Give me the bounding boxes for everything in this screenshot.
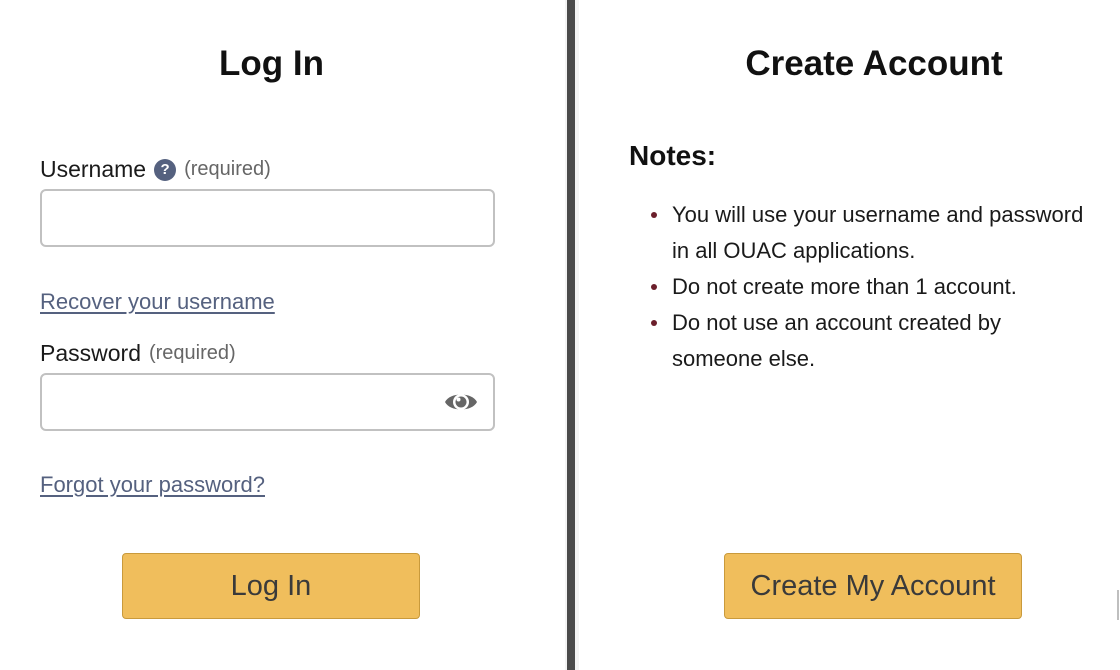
login-button[interactable]: Log In [122,553,420,619]
recover-username-link[interactable]: Recover your username [40,289,275,315]
username-input[interactable] [40,189,495,247]
username-label: Username ? (required) [40,156,271,183]
notes-heading: Notes: [629,140,717,171]
login-title: Log In [219,44,324,83]
account-page: Log In Username ? (required) Recover you… [0,0,1120,670]
password-input[interactable] [40,373,495,431]
eye-icon[interactable] [444,389,478,415]
username-required-text: (required) [184,158,271,180]
password-required-text: (required) [148,342,236,364]
notes-list: You will use your username and password … [629,197,1120,377]
note-item: You will use your username and password … [651,197,1120,269]
create-account-button[interactable]: Create My Account [724,553,1022,619]
create-account-title: Create Account [745,44,1003,83]
edge-fragment [1117,590,1119,620]
panel-divider [565,0,579,670]
password-field-wrapper [40,373,495,431]
note-item: Do not use an account created by someone… [651,305,1120,377]
username-label-text: Username [40,156,147,182]
login-panel: Log In Username ? (required) Recover you… [0,0,565,670]
question-help-icon[interactable]: ? [154,158,177,181]
forgot-password-link[interactable]: Forgot your password? [40,472,265,498]
create-account-panel: Create Account Notes: You will use your … [579,0,1120,670]
password-label: Password (required) [40,340,236,367]
eye-icon-graphic [445,394,477,410]
note-item: Do not create more than 1 account. [651,269,1120,305]
password-label-text: Password [40,340,141,366]
